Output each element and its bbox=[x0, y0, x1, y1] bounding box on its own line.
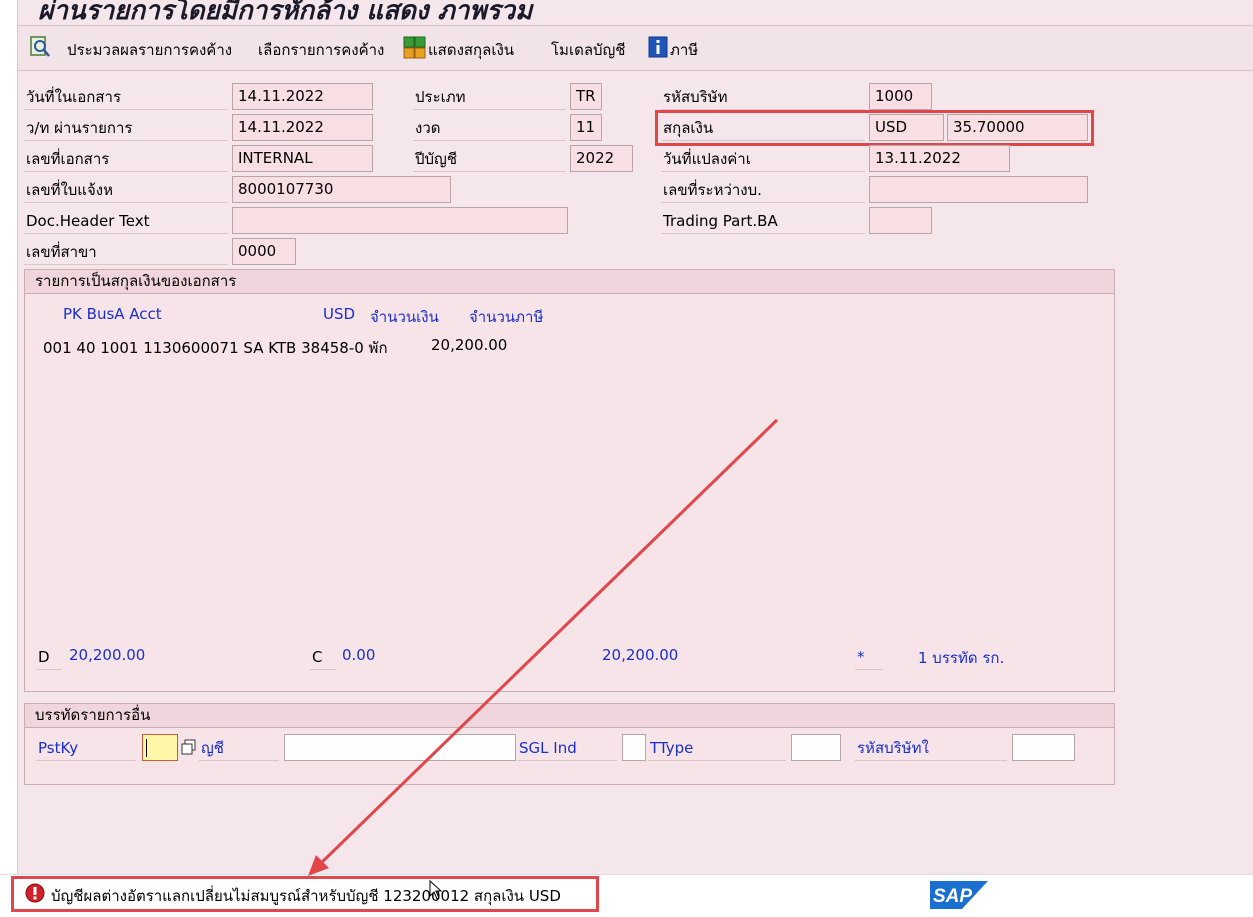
mouse-pointer-icon bbox=[429, 880, 443, 900]
annotation-arrow bbox=[308, 418, 779, 876]
